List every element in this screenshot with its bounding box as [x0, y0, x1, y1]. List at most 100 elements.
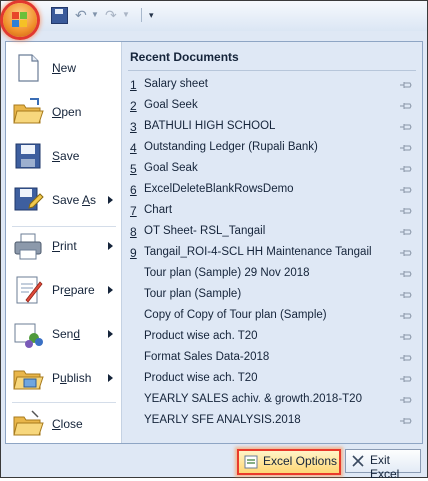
- recent-document-number: 3: [130, 120, 137, 134]
- pin-icon[interactable]: [400, 396, 412, 404]
- pin-icon[interactable]: [400, 144, 412, 152]
- menu-item-print[interactable]: Print: [6, 224, 121, 268]
- menu-item-label: Prepare: [52, 283, 95, 297]
- recent-document-name: YEARLY SFE ANALYSIS.2018: [144, 414, 301, 426]
- recent-documents-title: Recent Documents: [130, 50, 239, 64]
- save-icon: [15, 143, 41, 169]
- recent-document-number: 4: [130, 141, 137, 155]
- recent-document-name: Format Sales Data-2018: [144, 351, 270, 363]
- submenu-arrow-icon: [108, 374, 113, 382]
- recent-document-item[interactable]: YEARLY SALES achiv. & growth.2018-T20: [128, 390, 416, 411]
- save-icon[interactable]: [51, 7, 68, 24]
- office-menu: New Open Save Save As Print Prepare Send…: [5, 41, 423, 444]
- recent-document-name: Chart: [144, 204, 173, 216]
- recent-documents-panel: Recent Documents 1 Salary sheet 2 Goal Seek…: [122, 42, 422, 443]
- close-document-icon: [13, 410, 44, 436]
- menu-item-publish[interactable]: Publish: [6, 356, 121, 400]
- pin-icon[interactable]: [400, 186, 412, 194]
- menu-footer: Excel Options Exit Excel: [1, 445, 427, 481]
- menu-item-save[interactable]: Save: [6, 134, 121, 178]
- undo-dropdown-icon[interactable]: ▼: [91, 7, 99, 23]
- pin-icon[interactable]: [400, 228, 412, 236]
- recent-document-item[interactable]: Tour plan (Sample) 29 Nov 2018: [128, 264, 416, 285]
- open-folder-icon: [13, 98, 44, 124]
- recent-document-number: 5: [130, 162, 137, 176]
- printer-icon: [14, 233, 42, 260]
- pin-icon[interactable]: [400, 291, 412, 299]
- recent-document-name: Outstanding Ledger (Rupali Bank): [144, 141, 318, 153]
- submenu-arrow-icon: [108, 286, 113, 294]
- recent-document-item[interactable]: Format Sales Data-2018: [128, 348, 416, 369]
- exit-excel-label: Exit Excel: [370, 453, 400, 481]
- recent-document-item[interactable]: 4 Outstanding Ledger (Rupali Bank): [128, 138, 416, 159]
- recent-document-number: 2: [130, 99, 137, 113]
- recent-divider: [128, 70, 416, 71]
- recent-document-name: BATHULI HIGH SCHOOL: [144, 120, 276, 132]
- recent-document-item[interactable]: 8 OT Sheet- RSL_Tangail: [128, 222, 416, 243]
- recent-document-name: Tour plan (Sample) 29 Nov 2018: [144, 267, 310, 279]
- pin-icon[interactable]: [400, 165, 412, 173]
- recent-document-name: Salary sheet: [144, 78, 208, 90]
- excel-options-button[interactable]: Excel Options: [237, 449, 341, 475]
- recent-document-number: 1: [130, 78, 137, 92]
- publish-icon: [13, 370, 44, 390]
- pin-icon[interactable]: [400, 102, 412, 110]
- submenu-arrow-icon: [108, 196, 113, 204]
- recent-document-item[interactable]: Tour plan (Sample): [128, 285, 416, 306]
- pin-icon[interactable]: [400, 249, 412, 257]
- options-icon: [244, 455, 258, 469]
- recent-document-number: 8: [130, 225, 137, 239]
- recent-document-name: Copy of Copy of Tour plan (Sample): [144, 309, 327, 321]
- new-document-icon: [18, 54, 39, 82]
- pin-icon[interactable]: [400, 333, 412, 341]
- office-menu-window: ↶ ▼ ↷ ▼ ▾ New Open Save Save As Print Pr…: [0, 0, 428, 481]
- recent-document-item[interactable]: 7 Chart: [128, 201, 416, 222]
- recent-document-name: Goal Seak: [144, 162, 198, 174]
- recent-document-item[interactable]: 6 ExcelDeleteBlankRowsDemo: [128, 180, 416, 201]
- recent-document-item[interactable]: 5 Goal Seak: [128, 159, 416, 180]
- pin-icon[interactable]: [400, 312, 412, 320]
- submenu-arrow-icon: [108, 242, 113, 250]
- recent-document-item[interactable]: Copy of Copy of Tour plan (Sample): [128, 306, 416, 327]
- pin-icon[interactable]: [400, 207, 412, 215]
- recent-document-name: YEARLY SALES achiv. & growth.2018-T20: [144, 393, 362, 405]
- recent-document-item[interactable]: 2 Goal Seek: [128, 96, 416, 117]
- pin-icon[interactable]: [400, 417, 412, 425]
- pin-icon[interactable]: [400, 375, 412, 383]
- menu-item-label: Save As: [52, 193, 97, 207]
- menu-item-new[interactable]: New: [6, 46, 121, 90]
- recent-document-item[interactable]: 1 Salary sheet: [128, 75, 416, 96]
- close-icon: [352, 455, 364, 467]
- menu-item-save-as[interactable]: Save As: [6, 178, 121, 222]
- menu-item-send[interactable]: Send: [6, 312, 121, 356]
- menu-item-label: Save: [52, 149, 80, 163]
- office-button[interactable]: [3, 3, 37, 37]
- redo-dropdown-icon[interactable]: ▼: [122, 7, 130, 23]
- office-logo-icon: [12, 12, 28, 28]
- recent-document-name: OT Sheet- RSL_Tangail: [144, 225, 266, 237]
- pin-icon[interactable]: [400, 354, 412, 362]
- menu-item-prepare[interactable]: Prepare: [6, 268, 121, 312]
- menu-item-label: Send: [52, 327, 81, 341]
- recent-document-item[interactable]: YEARLY SFE ANALYSIS.2018: [128, 411, 416, 432]
- recent-document-number: 7: [130, 204, 137, 218]
- exit-excel-button[interactable]: Exit Excel: [345, 449, 421, 481]
- pin-icon[interactable]: [400, 81, 412, 89]
- customize-toolbar-icon[interactable]: ▾: [149, 7, 159, 23]
- recent-document-name: ExcelDeleteBlankRowsDemo: [144, 183, 294, 195]
- undo-icon[interactable]: ↶: [75, 7, 89, 23]
- redo-icon[interactable]: ↷: [105, 7, 119, 23]
- recent-document-item[interactable]: Product wise ach. T20: [128, 327, 416, 348]
- pin-icon[interactable]: [400, 123, 412, 131]
- recent-document-item[interactable]: 3 BATHULI HIGH SCHOOL: [128, 117, 416, 138]
- submenu-arrow-icon: [108, 330, 113, 338]
- excel-options-label: Excel Options: [263, 454, 338, 468]
- toolbar-separator: [141, 8, 142, 22]
- recent-document-name: Tangail_ROI-4-SCL HH Maintenance Tangail: [144, 246, 372, 258]
- menu-item-open[interactable]: Open: [6, 90, 121, 134]
- menu-item-close[interactable]: Close: [6, 402, 121, 446]
- recent-document-item[interactable]: Product wise ach. T20: [128, 369, 416, 390]
- pin-icon[interactable]: [400, 270, 412, 278]
- menu-item-label: Open: [52, 105, 82, 119]
- recent-document-item[interactable]: 9 Tangail_ROI-4-SCL HH Maintenance Tangai…: [128, 243, 416, 264]
